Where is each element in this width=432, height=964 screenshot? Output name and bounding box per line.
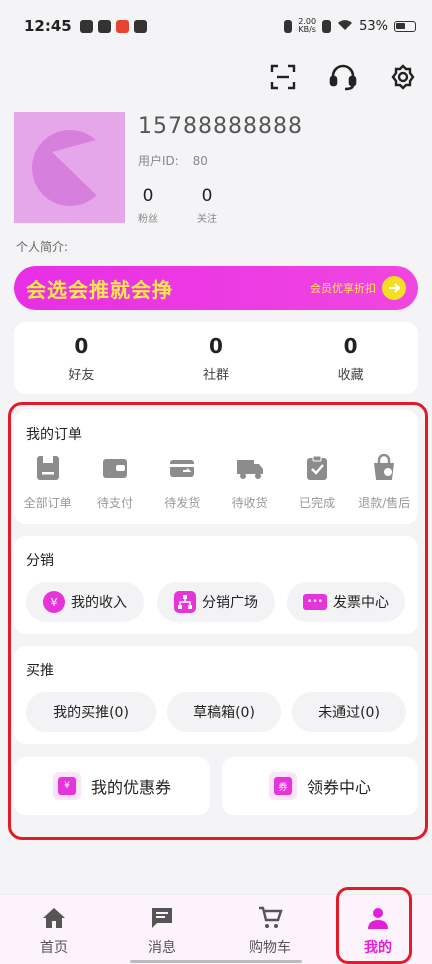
followers-stat[interactable]: 0 粉丝 — [128, 186, 168, 225]
vibrate-icon — [284, 19, 293, 33]
mail-icon — [133, 19, 147, 33]
bio-label: 个人简介: — [16, 240, 69, 254]
network-speed: 2.00 KB/s — [298, 17, 317, 34]
headset-icon[interactable] — [328, 60, 358, 94]
weibo-icon — [115, 19, 129, 33]
top-actions — [268, 60, 418, 94]
home-icon — [43, 908, 65, 928]
app-notification-icon — [79, 19, 93, 33]
message-icon — [152, 908, 172, 928]
gear-icon[interactable] — [388, 60, 418, 94]
tab-cart[interactable]: 购物车 — [216, 895, 324, 964]
wifi-icon — [337, 19, 353, 34]
battery-percent: 53% — [359, 18, 388, 34]
avatar[interactable] — [14, 112, 125, 223]
battery-icon — [394, 20, 416, 32]
scan-icon[interactable] — [268, 60, 298, 94]
user-id: 用户ID: 80 — [138, 154, 208, 168]
profile-header: 15788888888 用户ID: 80 0 粉丝 0 关注 — [14, 112, 418, 225]
status-time: 12:45 — [24, 17, 72, 35]
following-stat[interactable]: 0 关注 — [187, 186, 227, 225]
favorites-stat[interactable]: 0 收藏 — [311, 334, 391, 383]
sim-icon — [322, 19, 332, 33]
home-indicator — [130, 960, 302, 963]
highlight-box — [8, 402, 428, 840]
status-bar: 12:45 2.00 KB/s 53% — [0, 0, 432, 52]
friends-stat[interactable]: 0 好友 — [41, 334, 121, 383]
arrow-right-icon[interactable] — [382, 276, 406, 300]
tab-home[interactable]: 首页 — [0, 895, 108, 964]
cart-icon — [259, 906, 283, 928]
username: 15788888888 — [138, 114, 303, 138]
community-stat[interactable]: 0 社群 — [176, 334, 256, 383]
app-notification-icon — [97, 19, 111, 33]
tab-messages[interactable]: 消息 — [108, 895, 216, 964]
vip-banner[interactable]: 会选会推就会挣 会员优享折扣 — [14, 266, 418, 310]
social-stats-card: 0 好友 0 社群 0 收藏 — [14, 322, 418, 394]
vip-discount-text: 会员优享折扣 — [310, 282, 376, 295]
tab-highlight-box — [336, 887, 412, 964]
banner-slogan: 会选会推就会挣 — [26, 277, 173, 302]
